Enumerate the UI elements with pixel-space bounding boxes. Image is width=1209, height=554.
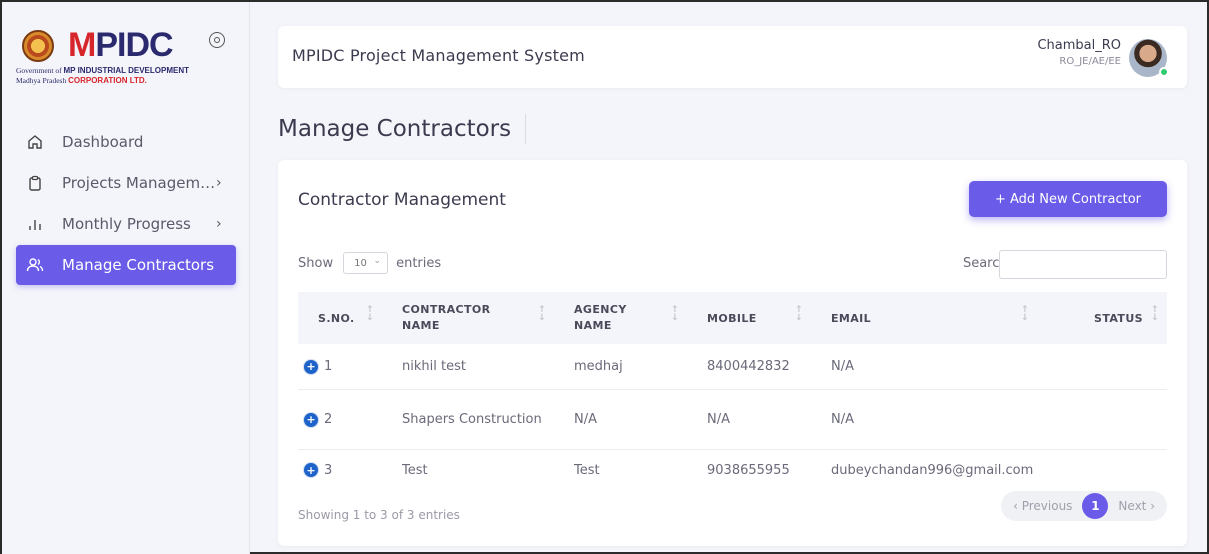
bar-chart-icon — [26, 215, 44, 233]
entries-length-control: Show 10 ⌄ entries — [298, 252, 441, 274]
column-header-email[interactable]: EMAIL ↑ ↓ — [811, 292, 1037, 344]
next-page-button[interactable]: Next › — [1108, 499, 1167, 513]
home-icon — [26, 133, 44, 151]
sidebar-item-dashboard[interactable]: Dashboard — [16, 122, 236, 162]
app-title: MPIDC Project Management System — [292, 46, 585, 65]
entries-value: 10 — [354, 257, 367, 269]
users-icon — [26, 256, 44, 274]
sno-cell: +1 — [298, 358, 382, 375]
column-header-status[interactable]: STATUS ↑ ↓ — [1037, 292, 1167, 344]
email-cell: dubeychandan996@gmail.com — [831, 462, 1034, 478]
sidebar-nav: Dashboard Projects Managem… › Monthly Pr… — [16, 122, 236, 286]
column-header-mobile[interactable]: MOBILE ↑ ↓ — [687, 292, 811, 344]
sort-icon: ↑ ↓ — [538, 305, 546, 323]
page-title: Manage Contractors — [278, 114, 527, 144]
column-header-sno[interactable]: S.NO. ↑ ↓ — [298, 292, 382, 344]
table-info: Showing 1 to 3 of 3 entries — [298, 508, 460, 522]
sidebar-item-label: Dashboard — [62, 133, 144, 151]
mpidc-logo[interactable]: MPIDC Government of MP INDUSTRIAL DEVELO… — [16, 22, 216, 92]
sidebar-item-projects-management[interactable]: Projects Managem… › — [16, 163, 236, 203]
agency-name-cell: Test — [574, 462, 600, 478]
mobile-cell: 8400442832 — [707, 359, 790, 374]
mobile-cell: N/A — [707, 412, 730, 427]
logo-subtitle-line1: Government of MP INDUSTRIAL DEVELOPMENT — [16, 66, 189, 75]
sidebar-item-label: Monthly Progress — [62, 215, 191, 233]
sidebar: MPIDC Government of MP INDUSTRIAL DEVELO… — [2, 2, 250, 554]
sort-icon: ↑ ↓ — [1021, 305, 1029, 323]
contractors-table: S.NO. ↑ ↓ CONTRACTOR NAME ↑ ↓ AGENCY NAME ↑ ↓ … — [298, 292, 1167, 490]
show-label: Show — [298, 255, 334, 271]
contractor-name-cell: Shapers Construction — [402, 412, 542, 427]
mobile-cell: 9038655955 — [707, 462, 790, 478]
pagination: ‹ Previous 1 Next › — [1001, 491, 1167, 521]
logo-subtitle-line2: Madhya Pradesh CORPORATION LTD. — [16, 76, 147, 85]
column-header-agency-name[interactable]: AGENCY NAME ↑ ↓ — [554, 292, 687, 344]
page-1-button[interactable]: 1 — [1082, 493, 1109, 519]
sidebar-item-label: Manage Contractors — [62, 256, 215, 274]
previous-page-button[interactable]: ‹ Previous — [1001, 499, 1082, 513]
chevron-right-icon: › — [216, 216, 222, 232]
agency-name-cell: medhaj — [574, 359, 623, 374]
sort-icon: ↑ ↓ — [795, 305, 803, 323]
card-title: Contractor Management — [298, 190, 506, 210]
chevron-down-icon: ⌄ — [373, 256, 382, 266]
sort-icon: ↑ ↓ — [1151, 305, 1159, 323]
sort-icon: ↑ ↓ — [366, 305, 374, 323]
header-bar: MPIDC Project Management System Chambal_… — [278, 26, 1187, 88]
sidebar-item-manage-contractors[interactable]: Manage Contractors — [16, 245, 236, 285]
expand-row-icon[interactable]: + — [304, 359, 318, 374]
entries-label: entries — [396, 255, 442, 271]
table-row[interactable]: +1 nikhil test medhaj 8400442832 N/A — [298, 344, 1167, 390]
contractor-name-cell: Test — [402, 462, 428, 478]
search-input[interactable] — [999, 250, 1167, 279]
agency-name-cell: N/A — [574, 412, 597, 427]
contractor-management-card: Contractor Management + Add New Contract… — [278, 160, 1187, 546]
sno-cell: +3 — [298, 462, 382, 479]
sno-cell: +2 — [298, 411, 382, 428]
user-name[interactable]: Chambal_RO — [1037, 38, 1121, 53]
clipboard-icon — [26, 174, 44, 192]
table-row[interactable]: +2 Shapers Construction N/A N/A N/A — [298, 390, 1167, 450]
column-header-contractor-name[interactable]: CONTRACTOR NAME ↑ ↓ — [382, 292, 554, 344]
sidebar-item-monthly-progress[interactable]: Monthly Progress › — [16, 204, 236, 244]
user-role: RO_JE/AE/EE — [1059, 56, 1121, 67]
entries-per-page-select[interactable]: 10 ⌄ — [343, 252, 389, 274]
add-new-contractor-button[interactable]: + Add New Contractor — [969, 181, 1167, 217]
table-row[interactable]: +3 Test Test 9038655955 dubeychandan996@… — [298, 450, 1167, 490]
email-cell: N/A — [831, 412, 854, 427]
government-emblem-icon — [22, 30, 54, 62]
sort-icon: ↑ ↓ — [671, 305, 679, 323]
email-cell: N/A — [831, 359, 854, 374]
expand-row-icon[interactable]: + — [304, 412, 318, 427]
sidebar-toggle-icon[interactable] — [209, 32, 225, 48]
online-status-icon — [1159, 67, 1169, 77]
sidebar-item-label: Projects Managem… — [62, 174, 216, 192]
contractor-name-cell: nikhil test — [402, 359, 466, 374]
chevron-right-icon: › — [216, 175, 222, 191]
expand-row-icon[interactable]: + — [304, 463, 318, 477]
table-header: S.NO. ↑ ↓ CONTRACTOR NAME ↑ ↓ AGENCY NAME ↑ ↓ … — [298, 292, 1167, 344]
logo-wordmark: MPIDC — [68, 26, 174, 64]
